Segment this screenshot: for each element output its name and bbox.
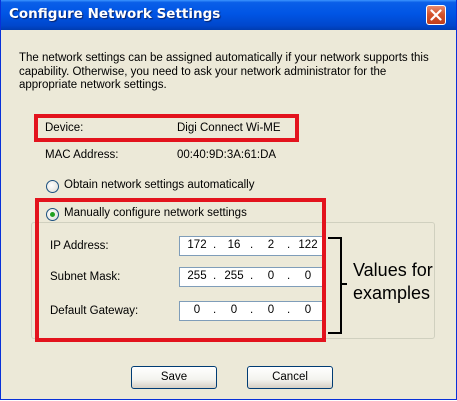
- annotation-bracket: [328, 237, 342, 334]
- mac-address-label: MAC Address:: [45, 149, 119, 161]
- description-text: The network settings can be assigned aut…: [19, 52, 429, 91]
- window-title: Configure Network Settings: [9, 6, 221, 22]
- obtain-automatically-radio[interactable]: [46, 180, 59, 193]
- title-bar: Configure Network Settings: [1, 0, 456, 30]
- manual-settings-highlight-box: [35, 198, 326, 342]
- annotation-bracket-tick: [340, 283, 347, 285]
- mac-address-value: 00:40:9D:3A:61:DA: [177, 149, 277, 161]
- close-icon: [430, 9, 442, 21]
- cancel-button[interactable]: Cancel: [247, 366, 333, 389]
- annotation-text: Values for examples: [353, 260, 433, 303]
- device-highlight-box: [34, 114, 299, 142]
- close-button[interactable]: [426, 5, 446, 25]
- obtain-automatically-label[interactable]: Obtain network settings automatically: [64, 179, 254, 191]
- save-button[interactable]: Save: [131, 366, 217, 389]
